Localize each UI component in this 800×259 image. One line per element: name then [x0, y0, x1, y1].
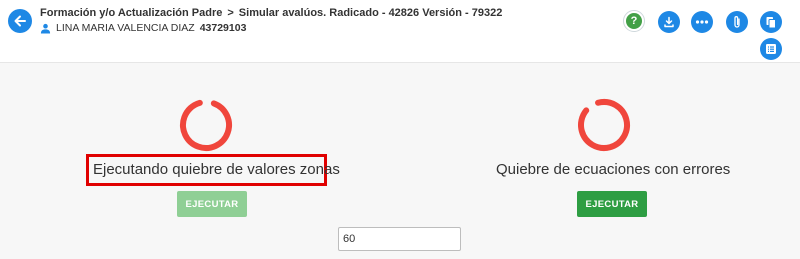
loading-spinner-icon [578, 99, 630, 151]
app-header: Formación y/o Actualización Padre > Simula… [0, 0, 800, 63]
attachment-icon [734, 16, 740, 28]
person-icon [40, 23, 51, 34]
right-panel-title: Quiebre de ecuaciones con errores [496, 161, 731, 178]
download-button[interactable] [658, 11, 680, 33]
breadcrumb-root[interactable]: Formación y/o Actualización Padre [40, 7, 222, 19]
left-panel-title: Ejecutando quiebre de valores zonas [93, 161, 340, 178]
back-button[interactable] [8, 9, 32, 33]
help-button[interactable]: ? [623, 10, 645, 32]
main-content: Ejecutando quiebre de valores zonas EJEC… [0, 63, 800, 259]
list-button[interactable] [760, 38, 782, 60]
breadcrumb-separator: > [227, 7, 234, 19]
list-icon [766, 44, 776, 54]
more-icon [695, 20, 709, 24]
user-name: LINA MARIA VALENCIA DIAZ [56, 22, 195, 34]
download-icon [664, 16, 674, 28]
value-input[interactable]: 60 [338, 227, 461, 251]
user-id: 43729103 [199, 22, 247, 34]
breadcrumb-current: Simular avalúos. Radicado - 42826 Versió… [238, 7, 503, 19]
copy-icon [766, 16, 776, 28]
more-options-button[interactable] [691, 11, 713, 33]
copy-button[interactable] [760, 11, 782, 33]
breadcrumb: Formación y/o Actualización Padre > Simula… [40, 7, 502, 19]
attachment-button[interactable] [726, 11, 748, 33]
loading-spinner-icon [180, 99, 232, 151]
user-info: LINA MARIA VALENCIA DIAZ 43729103 [40, 22, 246, 34]
execute-button-right[interactable]: EJECUTAR [577, 191, 647, 217]
arrow-left-icon [14, 15, 26, 27]
execute-button-left[interactable]: EJECUTAR [177, 191, 247, 217]
help-icon: ? [626, 13, 642, 29]
